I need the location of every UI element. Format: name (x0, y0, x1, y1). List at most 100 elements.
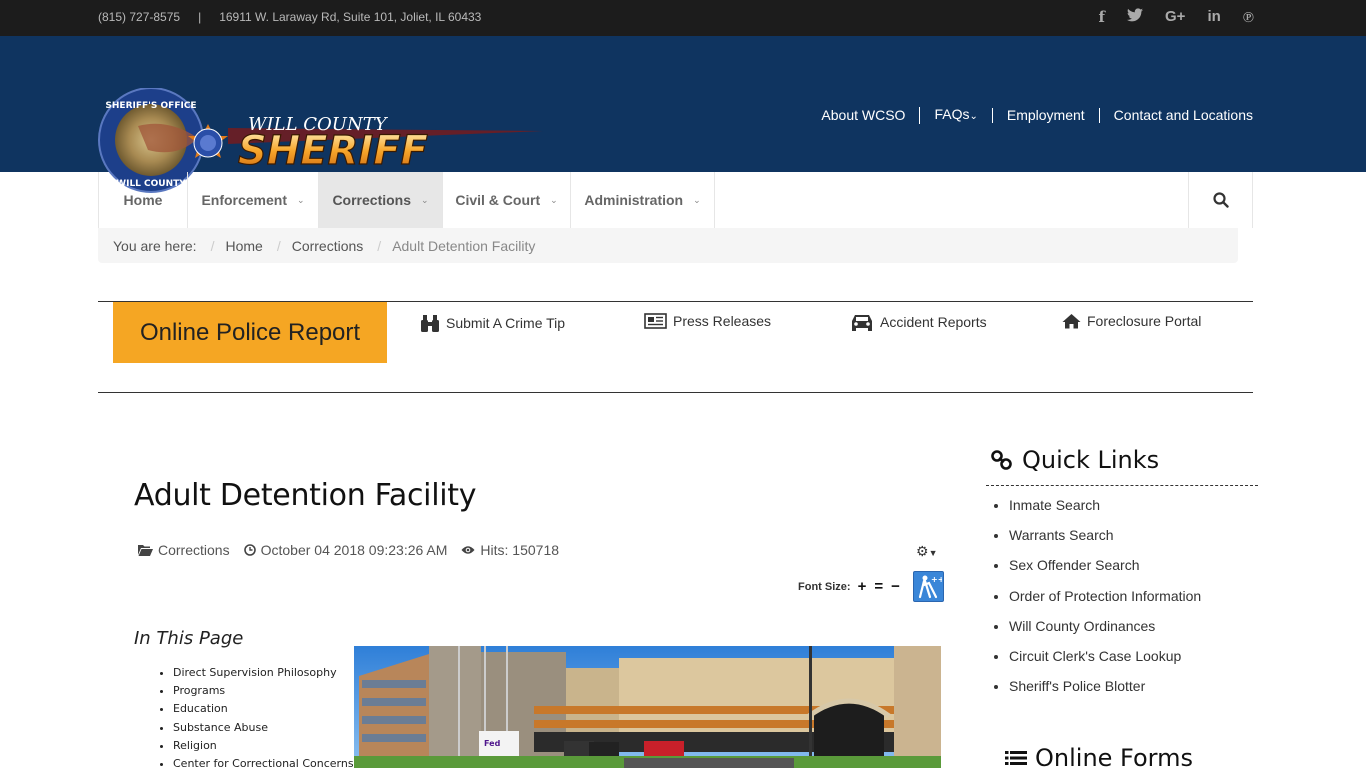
top-bar: (815) 727-8575 | 16911 W. Laraway Rd, Su… (0, 0, 1366, 36)
search-icon (1212, 192, 1229, 208)
breadcrumb-corrections[interactable]: Corrections (292, 238, 364, 254)
in-this-page-item[interactable]: Education (173, 702, 354, 720)
header-nav-faqs-label: FAQs (934, 106, 970, 122)
press-releases-link[interactable]: Press Releases (644, 313, 771, 329)
link-icon (991, 450, 1012, 470)
folder-open-icon (138, 545, 153, 556)
quick-link-case-lookup[interactable]: Circuit Clerk's Case Lookup (1009, 645, 1201, 675)
article-date-label: October 04 2018 09:23:26 AM (260, 542, 448, 558)
in-this-page-item[interactable]: Direct Supervision Philosophy (173, 666, 354, 684)
svg-text:++: ++ (931, 575, 942, 584)
foreclosure-portal-label: Foreclosure Portal (1087, 313, 1202, 329)
svg-text:Fed: Fed (484, 739, 501, 748)
quick-link-inmate-search[interactable]: Inmate Search (1009, 494, 1201, 524)
nav-administration-label: Administration (584, 192, 684, 208)
caret-down-icon: ▼ (928, 548, 938, 558)
article-options-button[interactable]: ⚙▼ (916, 543, 937, 560)
quick-link-sex-offender-search[interactable]: Sex Offender Search (1009, 554, 1201, 584)
clock-icon (243, 544, 256, 556)
nav-enforcement[interactable]: Enforcement ⌄ (188, 172, 319, 228)
list-icon (1005, 751, 1027, 765)
article-date: October 04 2018 09:23:26 AM (243, 542, 448, 558)
header-nav-contact[interactable]: Contact and Locations (1098, 108, 1253, 123)
page-title: Adult Detention Facility (134, 478, 477, 513)
header-nav-employment[interactable]: Employment (991, 108, 1099, 123)
submit-crime-tip-link[interactable]: Submit A Crime Tip (420, 313, 565, 333)
in-this-page-item[interactable]: Substance Abuse (173, 721, 354, 739)
accident-reports-link[interactable]: Accident Reports (850, 313, 987, 331)
font-size-controls: Font Size: + = − ++ (798, 571, 944, 602)
car-icon (852, 315, 872, 331)
pinterest-icon[interactable]: ℗ (1243, 8, 1254, 27)
foreclosure-portal-link[interactable]: Foreclosure Portal (1062, 313, 1201, 329)
in-this-page-item[interactable]: Programs (173, 684, 354, 702)
nav-corrections-label: Corrections (332, 192, 412, 208)
binoculars-icon (421, 315, 439, 332)
site-header: SHERIFF'S OFFICE WILL COUNTY WILL COUNTY… (0, 36, 1366, 193)
in-this-page-list: Direct Supervision Philosophy Programs E… (173, 666, 354, 775)
google-plus-icon[interactable]: G+ (1165, 8, 1185, 27)
header-nav-faqs[interactable]: FAQs⌄ (919, 106, 978, 124)
quick-links-list: Inmate Search Warrants Search Sex Offend… (1009, 494, 1201, 705)
article-meta: Corrections October 04 2018 09:23:26 AM … (138, 542, 559, 558)
quick-actions: Online Police Report Submit A Crime Tip … (98, 301, 1253, 393)
accessibility-icon: ++ (918, 575, 942, 599)
article-category-label: Corrections (158, 542, 230, 558)
linkedin-icon[interactable]: in (1207, 8, 1220, 27)
submit-crime-tip-label: Submit A Crime Tip (446, 315, 566, 331)
quick-link-warrants-search[interactable]: Warrants Search (1009, 524, 1201, 554)
nav-home[interactable]: Home (99, 172, 188, 228)
breadcrumb-current: Adult Detention Facility (392, 237, 536, 254)
font-reset-button[interactable]: = (873, 578, 884, 595)
article-hits-label: Hits: 150718 (480, 542, 560, 558)
quick-link-ordinances[interactable]: Will County Ordinances (1009, 615, 1201, 645)
social-links: f G+ in ℗ (1099, 8, 1254, 27)
chevron-down-icon: ⌄ (693, 194, 701, 205)
home-icon (1062, 314, 1081, 329)
breadcrumb-divider: / (377, 237, 382, 254)
breadcrumb-divider: / (210, 237, 215, 254)
font-increase-button[interactable]: + (857, 578, 868, 595)
nav-spacer (715, 172, 1189, 228)
font-size-label: Font Size: (798, 580, 851, 593)
contact-info: (815) 727-8575 | 16911 W. Laraway Rd, Su… (98, 10, 481, 24)
nav-enforcement-label: Enforcement (201, 192, 288, 208)
online-police-report-button[interactable]: Online Police Report (113, 302, 387, 363)
main-nav: Home Enforcement ⌄ Corrections ⌄ Civil &… (98, 172, 1253, 228)
twitter-icon[interactable] (1127, 8, 1143, 27)
chevron-down-icon: ⌄ (969, 111, 978, 122)
address: 16911 W. Laraway Rd, Suite 101, Joliet, … (219, 10, 482, 24)
header-nav: About WCSO FAQs⌄ Employment Contact and … (821, 107, 1253, 124)
quick-links-title-label: Quick Links (1022, 446, 1160, 474)
breadcrumb-divider: / (276, 237, 281, 254)
header-nav-about[interactable]: About WCSO (821, 108, 919, 123)
nav-administration[interactable]: Administration ⌄ (571, 172, 715, 228)
accessibility-button[interactable]: ++ (912, 571, 944, 602)
separator: | (198, 10, 202, 24)
quick-links-title: Quick Links (990, 446, 1159, 474)
accident-reports-label: Accident Reports (880, 314, 987, 330)
search-button[interactable] (1189, 172, 1253, 228)
font-decrease-button[interactable]: − (890, 578, 901, 595)
newspaper-icon (644, 313, 667, 329)
gear-icon: ⚙ (916, 543, 929, 559)
nav-civil-court[interactable]: Civil & Court ⌄ (443, 172, 571, 228)
breadcrumb-home[interactable]: Home (225, 238, 262, 254)
nav-corrections[interactable]: Corrections ⌄ (319, 172, 443, 228)
nav-civil-court-label: Civil & Court (455, 192, 541, 208)
in-this-page-item[interactable]: Center for Correctional Concerns (173, 757, 354, 775)
svg-text:SHERIFF: SHERIFF (238, 128, 428, 174)
chevron-down-icon: ⌄ (297, 194, 305, 205)
article-category[interactable]: Corrections (138, 542, 230, 558)
quick-links-divider (986, 485, 1258, 486)
in-this-page-item[interactable]: Religion (173, 739, 354, 757)
in-this-page-title: In This Page (134, 628, 244, 649)
facebook-icon[interactable]: f (1099, 8, 1105, 27)
breadcrumb: You are here: / Home / Corrections / Adu… (98, 228, 1238, 263)
press-releases-label: Press Releases (673, 313, 772, 329)
phone-number[interactable]: (815) 727-8575 (98, 10, 180, 24)
eye-icon (461, 546, 475, 554)
nav-home-label: Home (123, 192, 163, 208)
quick-link-order-of-protection[interactable]: Order of Protection Information (1009, 585, 1201, 615)
quick-link-police-blotter[interactable]: Sheriff's Police Blotter (1009, 675, 1201, 705)
